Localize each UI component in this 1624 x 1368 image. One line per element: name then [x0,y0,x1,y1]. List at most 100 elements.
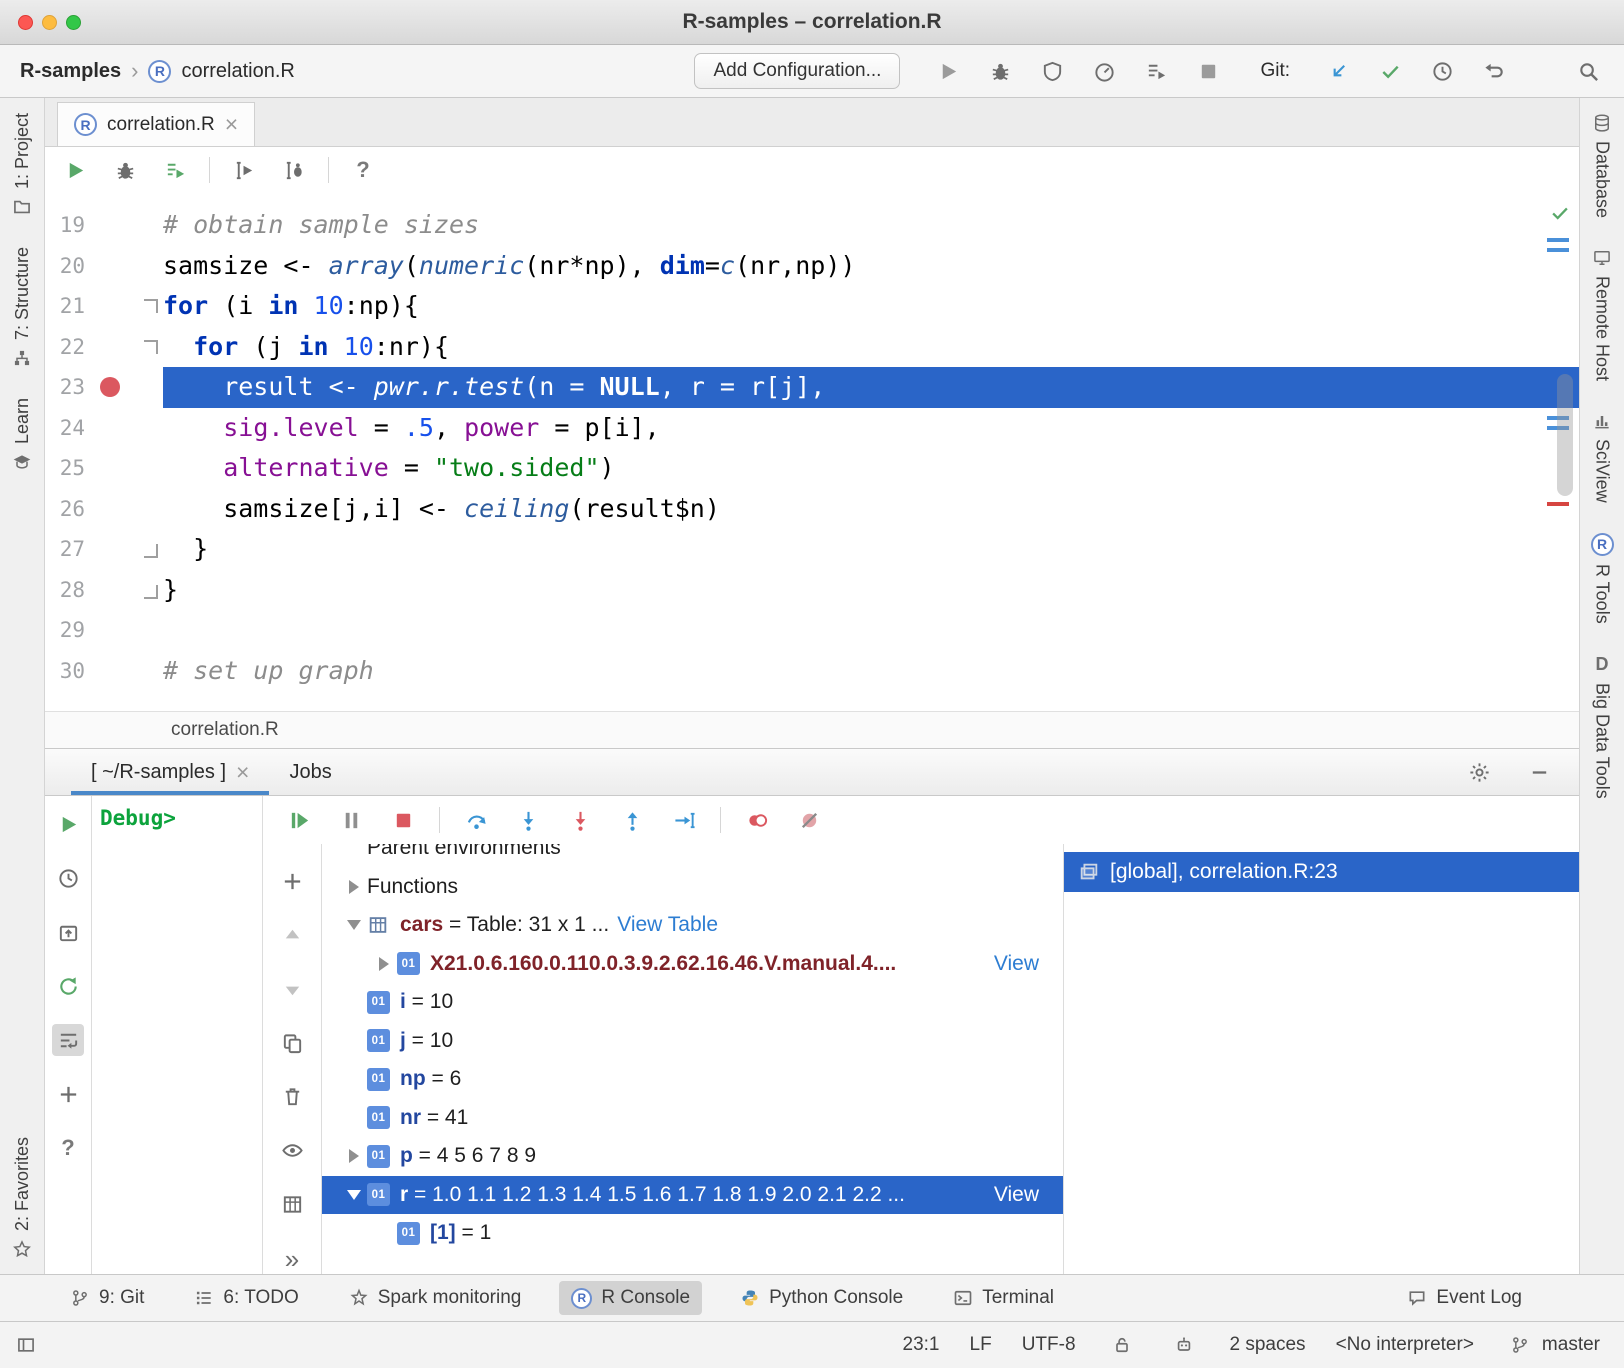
view-link[interactable]: View Table [617,913,718,937]
breadcrumb-file[interactable]: correlation.R [181,60,294,83]
history-icon[interactable] [1426,55,1458,87]
copy-icon[interactable] [276,1028,308,1059]
variable-row-np[interactable]: 01np = 6 [322,1060,1063,1099]
profiler-icon[interactable] [1088,55,1120,87]
frame-row[interactable]: [global], correlation.R:23 [1064,852,1579,892]
encoding[interactable]: UTF-8 [1022,1334,1076,1356]
console-output[interactable]: Debug> [92,796,263,1274]
debug-file-icon[interactable] [109,154,141,186]
rerun-icon[interactable] [52,970,84,1002]
breakpoint-dot[interactable] [100,377,120,397]
tool-window-button-6-todo[interactable]: 6: TODO [182,1281,310,1315]
tool-window-button-9-git[interactable]: 9: Git [58,1281,156,1315]
close-icon[interactable]: × [225,113,238,136]
tool-button-remote-host[interactable]: Remote Host [1592,233,1613,396]
tool-button-big-data-tools[interactable]: DBig Data Tools [1592,639,1613,814]
variable-row[interactable]: Parent environments [322,844,1063,868]
eye-icon[interactable] [276,1135,308,1166]
code-line-25[interactable]: 25 alternative = "two.sided") [45,448,1579,489]
add-configuration-button[interactable]: Add Configuration... [694,53,900,89]
expand-icon[interactable]: » [276,1243,308,1274]
force-step-into-icon[interactable] [564,804,596,836]
code-line-19[interactable]: 19# obtain sample sizes [45,205,1579,246]
minimize-window-button[interactable] [42,15,57,30]
variable-row-cars[interactable]: cars = Table: 31 x 1 ...View Table [322,906,1063,945]
view-breakpoints-icon[interactable] [741,804,773,836]
run-icon[interactable] [52,808,84,840]
code-line-24[interactable]: 24 sig.level = .5, power = p[i], [45,408,1579,449]
variable-row[interactable]: Functions [322,868,1063,907]
step-over-icon[interactable] [460,804,492,836]
lock-icon[interactable] [1106,1329,1138,1361]
variable-row-i[interactable]: 01i = 10 [322,983,1063,1022]
soft-wrap-icon[interactable] [52,1024,84,1056]
tool-window-button-spark-monitoring[interactable]: Spark monitoring [337,1281,534,1315]
run-configurations-icon[interactable] [1140,55,1172,87]
console-tab-jobs[interactable]: Jobs [269,749,351,795]
code-line-20[interactable]: 20samsize <- array(numeric(nr*np), dim=c… [45,246,1579,287]
close-icon[interactable]: × [236,761,249,784]
rollback-icon[interactable] [1478,55,1510,87]
debug-from-caret-icon[interactable] [278,154,310,186]
run-selection-icon[interactable] [159,154,191,186]
tool-window-button-python-console[interactable]: Python Console [728,1281,915,1315]
table-view-icon[interactable] [276,1189,308,1220]
tool-button-7-structure[interactable]: 7: Structure [12,232,33,383]
tool-button-r-tools[interactable]: RR Tools [1591,518,1614,639]
inspections-ok-icon[interactable] [1549,202,1571,224]
code-line-21[interactable]: 21for (i in 10:np){ [45,286,1579,327]
indent-style[interactable]: 2 spaces [1230,1334,1306,1356]
variable-row-j[interactable]: 01j = 10 [322,1022,1063,1061]
zoom-window-button[interactable] [66,15,81,30]
help-icon[interactable]: ? [52,1132,84,1164]
tree-right-arrow-icon[interactable] [340,880,367,894]
variable-row-1[interactable]: 01[1] = 1 [322,1214,1063,1253]
run-icon[interactable] [932,55,964,87]
tool-window-button-r-console[interactable]: RR Console [559,1281,702,1315]
robot-icon[interactable] [1168,1329,1200,1361]
stop-icon[interactable] [1192,55,1224,87]
pause-icon[interactable] [335,804,367,836]
code-line-23[interactable]: 23 result <- pwr.r.test(n = NULL, r = r[… [45,367,1579,408]
tool-button-learn[interactable]: Learn [12,383,33,487]
step-into-icon[interactable] [512,804,544,836]
code-line-29[interactable]: 29 [45,610,1579,651]
search-everywhere-icon[interactable] [1572,55,1604,87]
tool-button-database[interactable]: Database [1592,98,1613,233]
tree-down-arrow-icon[interactable] [340,1190,367,1200]
fold-marker[interactable] [144,544,158,558]
add-icon[interactable] [52,1078,84,1110]
tool-window-button-event-log[interactable]: Event Log [1395,1281,1534,1315]
code-line-26[interactable]: 26 samsize[j,i] <- ceiling(result$n) [45,489,1579,530]
code-line-28[interactable]: 28} [45,570,1579,611]
code-line-22[interactable]: 22 for (j in 10:nr){ [45,327,1579,368]
tree-down-arrow-icon[interactable] [340,920,367,930]
tool-button-2-favorites[interactable]: 2: Favorites [12,1122,33,1274]
tool-window-button-terminal[interactable]: Terminal [941,1281,1066,1315]
minimize-icon[interactable] [1523,756,1555,788]
code-line-30[interactable]: 30# set up graph [45,651,1579,692]
fold-marker[interactable] [144,340,158,354]
tool-button-1-project[interactable]: 1: Project [12,98,33,232]
variable-row-nr[interactable]: 01nr = 41 [322,1099,1063,1138]
debug-icon[interactable] [984,55,1016,87]
variable-row-r[interactable]: 01r = 1.0 1.1 1.2 1.3 1.4 1.5 1.6 1.7 1.… [322,1176,1063,1215]
run-to-cursor-icon[interactable] [668,804,700,836]
delete-icon[interactable] [276,1082,308,1113]
run-file-icon[interactable] [59,154,91,186]
variable-row-x21-0-6-160-0-110-0-3-9-2-62-16-46-v-manual-4[interactable]: 01X21.0.6.160.0.110.0.3.9.2.62.16.46.V.m… [322,945,1063,984]
history-icon[interactable] [52,862,84,894]
view-link[interactable]: View [994,1183,1039,1207]
add-icon[interactable] [276,866,308,897]
caret-position[interactable]: 23:1 [903,1334,940,1356]
fold-marker[interactable] [144,585,158,599]
stop-icon[interactable] [387,804,419,836]
gear-icon[interactable] [1463,756,1495,788]
breadcrumb-project[interactable]: R-samples [20,60,121,83]
window-layout-icon[interactable] [10,1329,42,1361]
step-out-icon[interactable] [616,804,648,836]
update-project-icon[interactable] [1322,55,1354,87]
editor-tab-correlation-r[interactable]: R correlation.R × [57,102,255,146]
tree-right-arrow-icon[interactable] [340,1149,367,1163]
fold-marker[interactable] [144,299,158,313]
